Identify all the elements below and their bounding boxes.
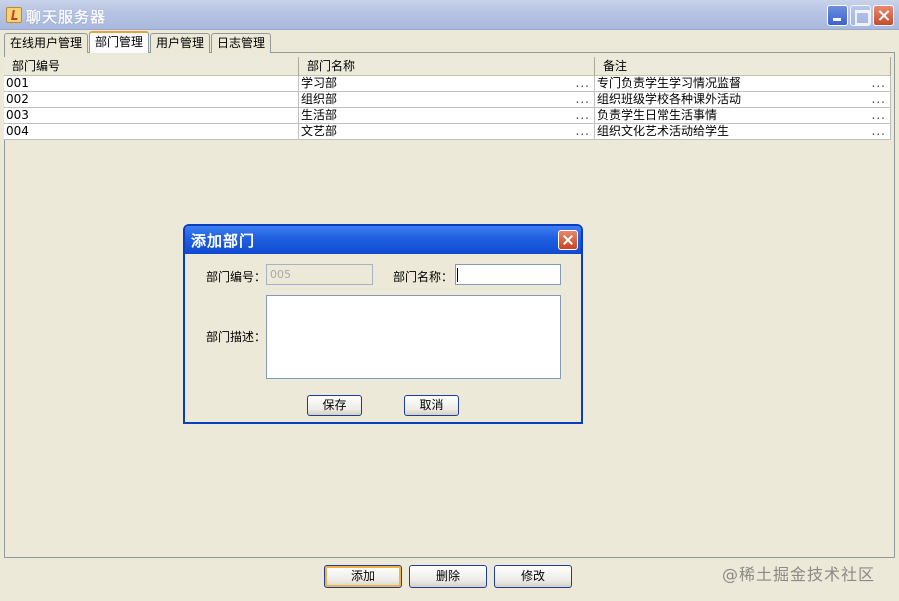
cell-note-text: 组织班级学校各种课外活动 — [597, 92, 742, 106]
cell-note[interactable]: 组织文化艺术活动给学生... — [595, 124, 891, 139]
main-window: 聊天服务器 在线用户管理 部门管理 用户管理 日志管理 部门编号 部门名称 备注… — [0, 0, 899, 601]
cell-ellipsis: ... — [871, 92, 886, 106]
dialog-title: 添加部门 — [191, 232, 256, 250]
delete-department-button[interactable]: 删除 — [409, 565, 487, 588]
cell-ellipsis: ... — [871, 76, 886, 90]
cell-name-text: 学习部 — [301, 76, 338, 90]
cell-ellipsis: ... — [575, 92, 590, 106]
cell-name-text: 组织部 — [301, 92, 338, 106]
minimize-icon[interactable] — [827, 5, 848, 26]
column-header-id[interactable]: 部门编号 — [4, 57, 299, 76]
dialog-titlebar[interactable]: 添加部门 — [185, 226, 581, 254]
cancel-button[interactable]: 取消 — [404, 395, 459, 416]
cell-note-text: 负责学生日常生活事情 — [597, 108, 718, 122]
dialog-close-icon[interactable] — [558, 230, 578, 250]
watermark: @稀土掘金技术社区 — [722, 565, 876, 584]
table-header: 部门编号 部门名称 备注 — [4, 57, 891, 76]
tab-bar: 在线用户管理 部门管理 用户管理 日志管理 — [4, 31, 272, 53]
cell-note-text: 组织文化艺术活动给学生 — [597, 124, 730, 138]
cell-ellipsis: ... — [871, 124, 886, 138]
column-header-name[interactable]: 部门名称 — [299, 57, 595, 76]
tab-logs[interactable]: 日志管理 — [211, 33, 272, 53]
save-button[interactable]: 保存 — [307, 395, 362, 416]
tab-users[interactable]: 用户管理 — [150, 33, 211, 53]
cell-name[interactable]: 学习部... — [299, 76, 595, 91]
cell-name-text: 文艺部 — [301, 124, 338, 138]
cell-id[interactable]: 003 — [4, 108, 299, 123]
tab-departments[interactable]: 部门管理 — [89, 31, 150, 53]
cell-ellipsis: ... — [575, 108, 590, 122]
department-id-label: 部门编号： — [206, 270, 267, 284]
add-department-dialog: 添加部门 部门编号： 部门名称： 部门描述： 保存 取消 — [183, 224, 583, 424]
table-row[interactable]: 004 文艺部... 组织文化艺术活动给学生... — [4, 124, 891, 140]
table-row[interactable]: 003 生活部... 负责学生日常生活事情... — [4, 108, 891, 124]
table-row[interactable]: 001 学习部... 专门负责学生学习情况监督... — [4, 76, 891, 92]
cell-name[interactable]: 组织部... — [299, 92, 595, 107]
table-row[interactable]: 002 组织部... 组织班级学校各种课外活动... — [4, 92, 891, 108]
department-desc-label: 部门描述： — [206, 330, 267, 344]
cell-ellipsis: ... — [575, 76, 590, 90]
cell-ellipsis: ... — [871, 108, 886, 122]
text-caret — [457, 268, 458, 282]
cell-name-text: 生活部 — [301, 108, 338, 122]
cell-name[interactable]: 生活部... — [299, 108, 595, 123]
cell-id[interactable]: 004 — [4, 124, 299, 139]
department-table: 部门编号 部门名称 备注 001 学习部... 专门负责学生学习情况监督... … — [4, 57, 891, 140]
department-name-field[interactable] — [455, 264, 561, 285]
cell-note[interactable]: 组织班级学校各种课外活动... — [595, 92, 891, 107]
department-desc-field[interactable] — [266, 295, 561, 379]
close-icon[interactable] — [873, 5, 894, 26]
cell-ellipsis: ... — [575, 124, 590, 138]
department-name-label: 部门名称： — [393, 270, 454, 284]
cell-note[interactable]: 负责学生日常生活事情... — [595, 108, 891, 123]
java-app-icon — [6, 7, 22, 23]
cell-note[interactable]: 专门负责学生学习情况监督... — [595, 76, 891, 91]
window-titlebar[interactable]: 聊天服务器 — [0, 0, 899, 30]
cell-name[interactable]: 文艺部... — [299, 124, 595, 139]
window-title: 聊天服务器 — [26, 8, 107, 26]
add-department-button[interactable]: 添加 — [324, 565, 402, 588]
column-header-note[interactable]: 备注 — [595, 57, 891, 76]
cell-id[interactable]: 002 — [4, 92, 299, 107]
maximize-icon[interactable] — [850, 5, 871, 26]
modify-department-button[interactable]: 修改 — [494, 565, 572, 588]
cell-id[interactable]: 001 — [4, 76, 299, 91]
department-id-field — [266, 264, 373, 285]
tab-online-users[interactable]: 在线用户管理 — [4, 33, 89, 53]
cell-note-text: 专门负责学生学习情况监督 — [597, 76, 742, 90]
